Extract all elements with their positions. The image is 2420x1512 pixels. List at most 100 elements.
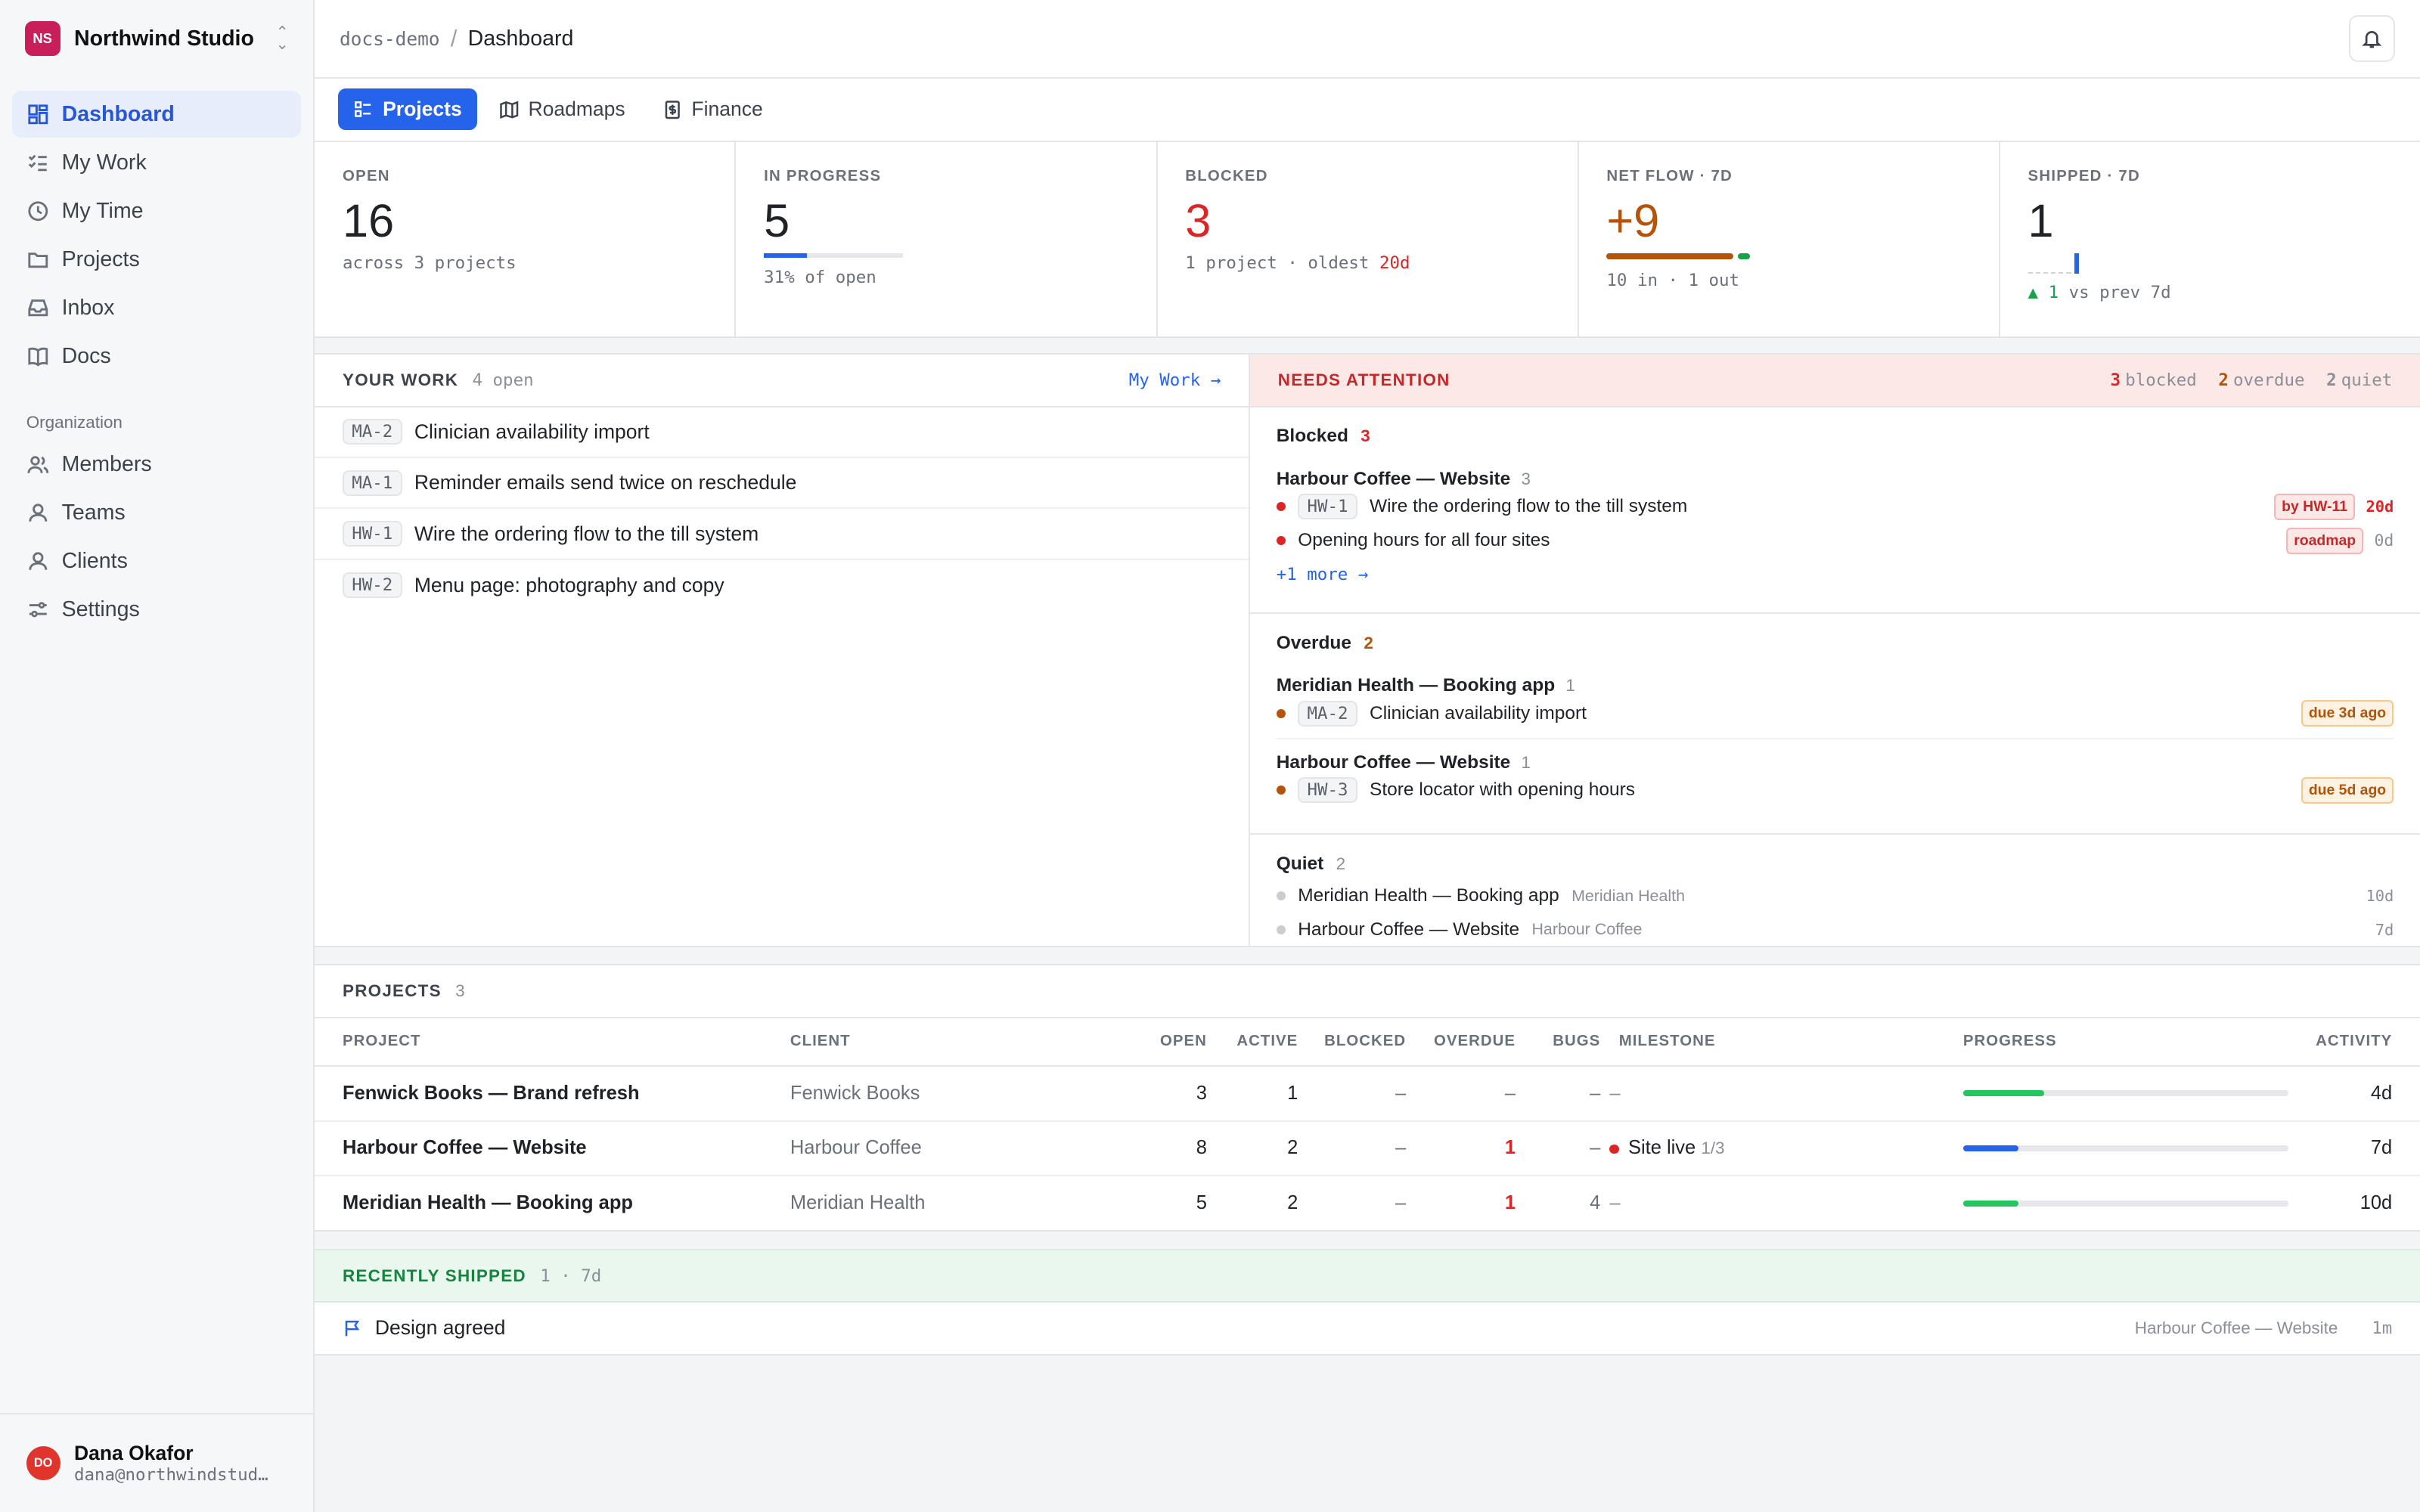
- issue-key: MA-1: [343, 469, 402, 496]
- project-group[interactable]: Harbour Coffee — Website 3: [1277, 469, 2394, 490]
- sidebar-item-clients[interactable]: Clients: [12, 538, 301, 584]
- list-item[interactable]: HW-2 Menu page: photography and copy: [315, 560, 1249, 611]
- workspace-switcher[interactable]: NS Northwind Studio ⌃ ⌄: [0, 0, 313, 77]
- milestone-name: Site live: [1627, 1137, 1696, 1159]
- notifications-button[interactable]: [2349, 15, 2396, 62]
- book-icon: [28, 347, 48, 367]
- quiet-section: Quiet 2 Meridian Health — Booking app Mer…: [1250, 835, 2420, 947]
- milestone-name: –: [1609, 1082, 1621, 1104]
- progress-bar: [1962, 1200, 2289, 1207]
- cell-blocked: –: [1395, 1192, 1407, 1214]
- tab-label: Roadmaps: [528, 98, 625, 121]
- sidebar-item-label: Clients: [61, 549, 128, 574]
- column-header[interactable]: PROGRESS: [1962, 1018, 2291, 1067]
- shipped-project: Harbour Coffee — Website: [2134, 1318, 2338, 1337]
- list-item[interactable]: HW-3 Store locator with opening hours du…: [1276, 773, 2394, 807]
- tab-projects[interactable]: Projects: [337, 88, 478, 131]
- kpi-in-progress[interactable]: IN PROGRESS 5 31% of open: [736, 141, 1158, 336]
- kpi-sub: 1 project · oldest 20d: [1185, 253, 1550, 273]
- stat-number: 3: [2110, 370, 2121, 391]
- sidebar-item-inbox[interactable]: Inbox: [12, 285, 301, 331]
- project-group[interactable]: Meridian Health — Booking app 1: [1277, 675, 2394, 696]
- tab-roadmaps[interactable]: Roadmaps: [483, 88, 641, 130]
- status-badge: roadmap: [2286, 527, 2364, 554]
- breadcrumb-workspace[interactable]: docs-demo: [340, 28, 440, 50]
- kpi-shipped[interactable]: SHIPPED · 7D 1 ▲ 1 vs prev 7d: [2000, 142, 2420, 336]
- status-badge: due 5d ago: [2301, 776, 2394, 804]
- kpi-sub: ▲ 1 vs prev 7d: [2028, 283, 2393, 302]
- sidebar-item-teams[interactable]: Teams: [12, 490, 301, 536]
- column-header[interactable]: BLOCKED: [1298, 1018, 1407, 1067]
- section-title: Blocked: [1276, 426, 1348, 447]
- issue-key: MA-2: [1298, 700, 1357, 727]
- user-menu[interactable]: DO Dana Okafor dana@northwindstud…: [0, 1413, 314, 1512]
- panel-count: 4 open: [472, 370, 534, 391]
- inbox-icon: [28, 299, 48, 317]
- table-row[interactable]: Meridian Health — Booking app Meridian He…: [315, 1176, 2420, 1230]
- status-dot: [1276, 708, 1286, 718]
- issue-title: Store locator with opening hours: [1370, 779, 1635, 801]
- breadcrumb-separator: /: [450, 25, 458, 51]
- column-header[interactable]: OPEN: [1062, 1018, 1207, 1067]
- cell-overdue: 1: [1504, 1192, 1516, 1214]
- my-work-link[interactable]: My Work →: [1129, 370, 1221, 390]
- milestone-name: –: [1609, 1192, 1621, 1214]
- sidebar-item-settings[interactable]: Settings: [12, 587, 301, 633]
- tab-finance[interactable]: Finance: [647, 88, 778, 130]
- list-item[interactable]: Harbour Coffee — Website Harbour Coffee …: [1276, 913, 2394, 947]
- project-group[interactable]: Harbour Coffee — Website 1: [1277, 752, 2394, 773]
- overdue-section: Overdue 2 Meridian Health — Booking app 1 …: [1250, 614, 2420, 835]
- issue-title: Clinician availability import: [414, 420, 650, 443]
- show-more-link[interactable]: +1 more →: [1277, 558, 2394, 592]
- list-item[interactable]: Design agreed Harbour Coffee — Website 1…: [315, 1303, 2420, 1353]
- list-item[interactable]: HW-1 Wire the ordering flow to the till s…: [315, 509, 1249, 560]
- list-item[interactable]: Opening hours for all four sites roadmap…: [1276, 524, 2394, 558]
- kpi-blocked[interactable]: BLOCKED 3 1 project · oldest 20d: [1158, 141, 1579, 336]
- column-header[interactable]: MILESTONE: [1600, 1018, 1963, 1067]
- cell-progress: [1962, 1176, 2291, 1230]
- sidebar-item-projects[interactable]: Projects: [12, 237, 301, 283]
- column-header[interactable]: OVERDUE: [1406, 1018, 1516, 1067]
- list-item[interactable]: Meridian Health — Booking app Meridian H…: [1276, 879, 2394, 913]
- table-row[interactable]: Harbour Coffee — Website Harbour Coffee 8 2…: [315, 1120, 2420, 1176]
- sidebar-item-docs[interactable]: Docs: [12, 333, 301, 380]
- status-dot: [1276, 502, 1286, 512]
- user-name: Dana Okafor: [73, 1442, 194, 1465]
- users-icon: [27, 456, 48, 474]
- sidebar-item-my-time[interactable]: My Time: [12, 188, 301, 234]
- tab-label: Finance: [691, 98, 763, 121]
- kpi-open[interactable]: OPEN 16 across 3 projects: [315, 141, 737, 336]
- sidebar-item-my-work[interactable]: My Work: [12, 139, 301, 185]
- sidebar-item-members[interactable]: Members: [12, 442, 301, 488]
- cell-project: Meridian Health — Booking app: [343, 1192, 633, 1214]
- cell-milestone: –: [1600, 1176, 1963, 1230]
- column-header[interactable]: ACTIVE: [1206, 1018, 1298, 1067]
- project-name: Harbour Coffee — Website: [1298, 919, 1520, 940]
- progress-bar: [1962, 1145, 2289, 1151]
- project-name: Harbour Coffee — Website: [1276, 751, 1511, 773]
- dashboard-icon: [28, 104, 48, 124]
- sliders-icon: [29, 602, 47, 618]
- flow-out-bar: [1737, 253, 1751, 260]
- issue-key: HW-2: [343, 572, 402, 599]
- sidebar-item-dashboard[interactable]: Dashboard: [12, 91, 301, 138]
- cell-active: 2: [1206, 1120, 1298, 1176]
- section-title: Overdue: [1276, 632, 1351, 653]
- list-item[interactable]: MA-2 Clinician availability import: [315, 407, 1249, 459]
- column-header[interactable]: ACTIVITY: [2290, 1018, 2420, 1067]
- stat-quiet: 2 quiet: [2326, 370, 2392, 390]
- map-icon: [499, 101, 518, 119]
- column-header[interactable]: CLIENT: [790, 1018, 1063, 1067]
- list-item[interactable]: MA-2 Clinician availability import due 3…: [1276, 696, 2394, 730]
- page-title: Dashboard: [467, 26, 574, 51]
- table-row[interactable]: Fenwick Books — Brand refresh Fenwick Boo…: [315, 1066, 2420, 1122]
- column-header[interactable]: PROJECT: [315, 1018, 790, 1067]
- list-item[interactable]: HW-1 Wire the ordering flow to the till …: [1276, 490, 2394, 524]
- kpi-net-flow[interactable]: NET FLOW · 7D +9 10 in · 1 out: [1579, 141, 2000, 336]
- list-item[interactable]: MA-1 Reminder emails send twice on resche…: [315, 458, 1249, 510]
- issue-key: HW-1: [343, 521, 402, 547]
- column-header[interactable]: BUGS: [1516, 1018, 1601, 1067]
- kpi-sub: 10 in · 1 out: [1606, 270, 1740, 290]
- progress-bar: [1962, 1090, 2289, 1097]
- cell-project: Fenwick Books — Brand refresh: [315, 1066, 790, 1122]
